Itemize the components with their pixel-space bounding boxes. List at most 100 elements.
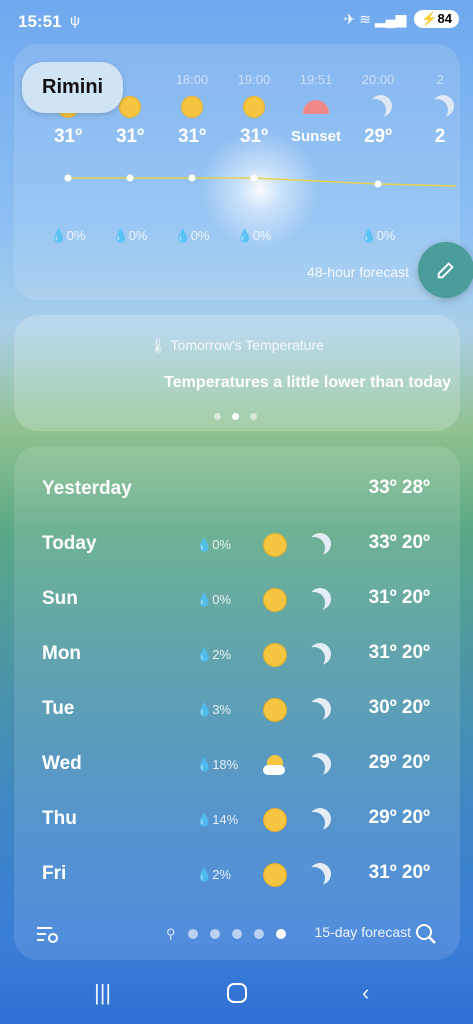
15-day-forecast-link[interactable]: 15-day forecast — [315, 924, 412, 940]
hour-time: 19:00 — [237, 72, 271, 87]
back-icon[interactable]: ‹ — [362, 980, 369, 1006]
home-button-icon[interactable] — [226, 982, 248, 1004]
pager-dot[interactable] — [231, 929, 242, 939]
status-time: 15:51 — [18, 12, 62, 31]
temp-point — [188, 174, 196, 182]
edit-button[interactable] — [418, 242, 473, 298]
hour-precip: 💧0% — [236, 228, 272, 243]
temp-point — [374, 180, 382, 188]
insight-title: 🌡 Tomorrow's Temperature — [149, 337, 324, 353]
hour-column-sunset: 19:51 Sunset — [284, 72, 348, 145]
daily-row[interactable]: Thu 💧14% 29º 20º — [14, 800, 460, 840]
moon-icon — [426, 99, 448, 121]
pager-dot[interactable] — [214, 413, 221, 420]
sun-icon — [263, 588, 287, 612]
sun-icon — [263, 698, 287, 722]
daily-row[interactable]: Wed 💧18% 29º 20º — [14, 745, 460, 785]
moon-icon — [303, 867, 325, 889]
insight-text: Temperatures a little lower than today — [164, 374, 451, 391]
moon-icon — [303, 647, 325, 669]
moon-icon — [303, 537, 325, 559]
hour-time: 20:00 — [361, 72, 395, 87]
location-pin-icon: ⚲ — [166, 926, 176, 941]
day-precip: 💧14% — [196, 812, 239, 827]
recent-apps-icon[interactable]: ||| — [94, 980, 111, 1006]
day-temps: 31º 20º — [368, 642, 430, 663]
day-temps: 33º 28º — [368, 477, 430, 498]
hour-temp: 31º — [177, 126, 207, 147]
city-name-pill[interactable]: Rimini — [22, 62, 124, 113]
status-icons: ✈ ≋ ▂▄▆ ⚡84 — [344, 10, 459, 28]
day-temps: 31º 20º — [368, 587, 430, 608]
sunset-icon — [303, 100, 329, 114]
pager-dot-active[interactable] — [275, 929, 286, 939]
temp-point — [64, 174, 72, 182]
cloudy-moon-icon — [303, 702, 325, 724]
pager-dot-active[interactable] — [232, 413, 239, 420]
battery-badge: ⚡84 — [414, 10, 459, 28]
daily-row[interactable]: Today 💧0% 33º 20º — [14, 525, 460, 565]
day-temps: 30º 20º — [368, 697, 430, 718]
hour-temp: 29º — [363, 126, 393, 147]
daily-row[interactable]: Fri 💧2% 31º 20º — [14, 855, 460, 895]
moon-icon — [303, 592, 325, 614]
thermometer-icon: 🌡 — [149, 337, 167, 353]
pager-dot[interactable] — [187, 929, 198, 939]
hour-time: 19:51 — [299, 72, 333, 87]
sun-icon — [119, 96, 141, 118]
moon-icon — [303, 812, 325, 834]
hour-precip: 💧0% — [50, 228, 86, 243]
hour-temp: 31º — [115, 126, 145, 147]
hour-precip: 💧0% — [112, 228, 148, 243]
usb-icon: ψ — [70, 12, 80, 28]
location-pager[interactable]: ⚲ — [166, 926, 286, 942]
day-label: Today — [42, 533, 97, 554]
sun-icon — [243, 96, 265, 118]
hour-time: 18:00 — [175, 72, 209, 87]
pager-dot[interactable] — [209, 929, 220, 939]
hour-precip: 💧0% — [360, 228, 396, 243]
hour-column: 18:00 31º — [160, 72, 224, 148]
hour-temp: 31º — [53, 126, 83, 147]
day-temps: 29º 20º — [368, 752, 430, 773]
temp-point — [126, 174, 134, 182]
daily-row[interactable]: Mon 💧2% 31º 20º — [14, 635, 460, 675]
sunset-label: Sunset — [290, 128, 341, 145]
status-bar: 15:51 ψ ✈ ≋ ▂▄▆ ⚡84 — [0, 0, 473, 44]
insight-pager[interactable] — [214, 413, 257, 420]
sun-icon — [181, 96, 203, 118]
temp-point — [250, 174, 258, 182]
hour-temp: 2 — [434, 126, 446, 147]
day-precip: 💧3% — [196, 702, 231, 717]
sun-icon — [263, 808, 287, 832]
daily-row[interactable]: Sun 💧0% 31º 20º — [14, 580, 460, 620]
pager-dot[interactable] — [253, 929, 264, 939]
day-temps: 31º 20º — [368, 862, 430, 883]
day-temps: 33º 20º — [368, 532, 430, 553]
hour-column: 20:00 29º — [346, 72, 410, 148]
daily-row[interactable]: Tue 💧3% 30º 20º — [14, 690, 460, 730]
partly-cloudy-icon — [263, 755, 287, 775]
sun-icon — [263, 863, 287, 887]
day-label: Yesterday — [42, 478, 132, 499]
day-precip: 💧18% — [196, 757, 239, 772]
location-list-icon[interactable] — [34, 922, 60, 948]
day-label: Fri — [42, 863, 67, 884]
day-label: Sun — [42, 588, 78, 609]
hour-column: 2 2 — [408, 72, 456, 148]
daily-row[interactable]: Yesterday 33º 28º — [14, 470, 460, 510]
location-pager-bar: ⚲ 15-day forecast — [0, 920, 473, 950]
cloudy-moon-icon — [303, 757, 325, 779]
system-navbar: ||| ‹ — [0, 970, 473, 1024]
pencil-icon — [437, 262, 454, 279]
day-precip: 💧0% — [196, 592, 231, 607]
sun-icon — [263, 643, 287, 667]
hour-time: 2 — [436, 72, 444, 87]
hour-precip: 💧0% — [174, 228, 210, 243]
48-hour-forecast-link[interactable]: 48-hour forecast — [307, 264, 409, 280]
search-icon[interactable] — [414, 922, 438, 946]
pager-dot[interactable] — [250, 413, 257, 420]
day-temps: 29º 20º — [368, 807, 430, 828]
hour-column: 19:00 31º — [222, 72, 286, 148]
day-label: Thu — [42, 808, 77, 829]
